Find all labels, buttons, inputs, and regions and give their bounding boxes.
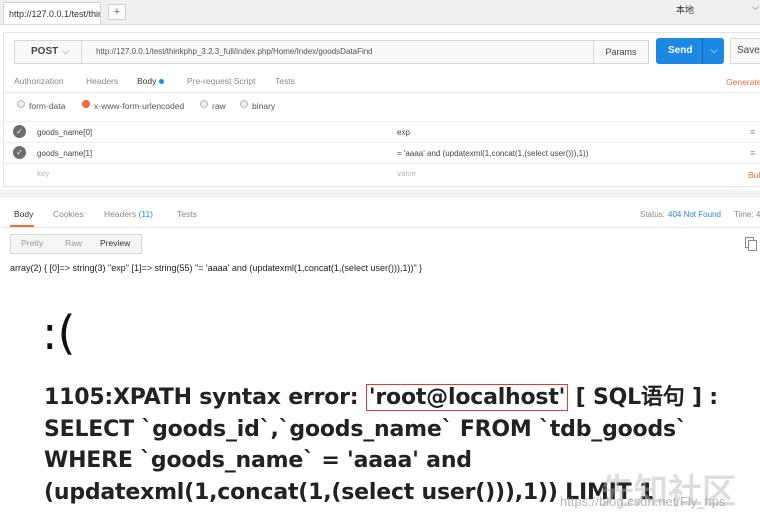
tab-response-headers[interactable]: Headers (11) [104, 209, 153, 219]
modified-dot-icon [159, 79, 164, 84]
tab-body[interactable]: Body [137, 76, 156, 86]
view-preview-button[interactable]: Preview [100, 238, 130, 248]
radio-binary[interactable] [240, 100, 248, 108]
param-key[interactable]: goods_name[1] [37, 149, 92, 158]
key-input[interactable]: key [37, 169, 49, 178]
radio-form-data[interactable] [17, 100, 25, 108]
radio-label: x-www-form-urlencoded [94, 101, 185, 111]
row-menu-icon[interactable]: ≡ [750, 127, 755, 137]
tab-authorization[interactable]: Authorization [14, 76, 64, 86]
save-button[interactable]: Save [730, 38, 760, 64]
view-pretty-button[interactable]: Pretty [21, 238, 43, 248]
tab-response-tests[interactable]: Tests [177, 209, 197, 219]
radio-label: form-data [29, 101, 66, 111]
headers-count: (11) [138, 209, 154, 219]
request-tab[interactable]: http://127.0.0.1/test/thir [3, 2, 101, 24]
new-tab-button[interactable]: + [108, 4, 126, 20]
environment-selector[interactable]: 本地 [676, 2, 760, 18]
view-raw-button[interactable]: Raw [65, 238, 82, 248]
radio-urlencoded[interactable] [82, 100, 90, 108]
table-row [3, 142, 760, 163]
tab-tests[interactable]: Tests [275, 76, 295, 86]
tab-label: Headers [104, 209, 137, 219]
tab-headers[interactable]: Headers [86, 76, 118, 86]
watermark-url: https://blog.csdn.net/Fly_hps [560, 494, 726, 509]
tab-response-body[interactable]: Body [14, 209, 33, 219]
table-row [3, 163, 760, 184]
row-menu-icon[interactable]: ≡ [750, 148, 755, 158]
tab-pre-request-script[interactable]: Pre-request Script [187, 76, 256, 86]
checkbox-checked-icon[interactable]: ✓ [13, 125, 26, 138]
response-dump: array(2) { [0]=> string(3) "exp" [1]=> s… [10, 263, 423, 273]
url-input[interactable]: http://127.0.0.1/test/thinkphp_3.2.3_ful… [82, 40, 600, 64]
table-row [3, 121, 760, 142]
method-select[interactable]: POST [14, 40, 82, 64]
error-highlight: 'root@localhost' [365, 384, 569, 411]
param-value[interactable]: = 'aaaa' and (updatexml(1,concat(1,(sele… [397, 149, 588, 158]
tab-cookies[interactable]: Cookies [53, 209, 84, 219]
checkbox-checked-icon[interactable]: ✓ [13, 146, 26, 159]
generate-code-link[interactable]: Generate [726, 77, 760, 87]
error-prefix: 1105:XPATH syntax error: [44, 385, 366, 410]
chevron-down-icon[interactable]: ⌵ [702, 38, 725, 64]
time-label: Time: 4 [734, 210, 760, 219]
param-key[interactable]: goods_name[0] [37, 128, 92, 137]
status-label: Status: [640, 210, 665, 219]
status-badge: 404 Not Found [668, 210, 721, 219]
divider [0, 190, 760, 198]
divider [3, 227, 760, 228]
radio-raw[interactable] [200, 100, 208, 108]
params-button[interactable]: Params [593, 40, 649, 64]
value-input[interactable]: value [397, 169, 416, 178]
send-label[interactable]: Send [668, 38, 692, 64]
bulk-edit-link[interactable]: Bul [748, 170, 760, 180]
radio-label: binary [252, 101, 276, 111]
param-value[interactable]: exp [397, 128, 410, 137]
chevron-down-icon[interactable]: ⌵ [62, 40, 70, 64]
divider [3, 92, 760, 93]
chevron-down-icon[interactable]: ⌵ [752, 2, 759, 13]
copy-icon[interactable] [748, 240, 757, 251]
error-face: :( [42, 306, 76, 360]
radio-label: raw [212, 101, 226, 111]
